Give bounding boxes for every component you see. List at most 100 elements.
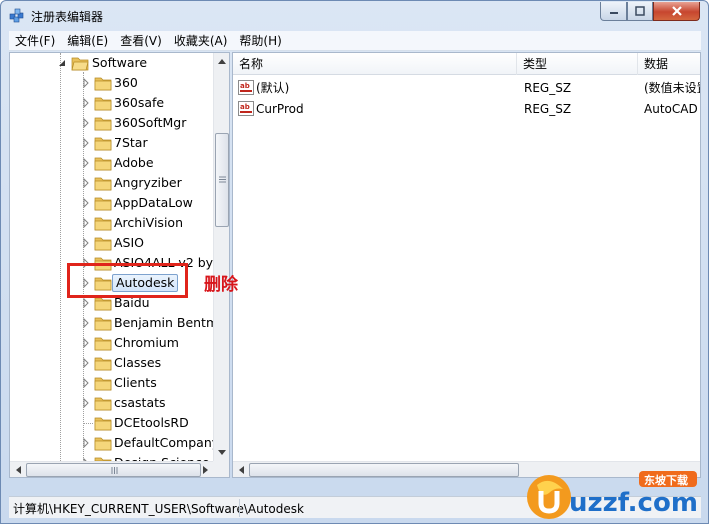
collapsed-arrow-icon[interactable] [81,218,91,228]
list-hscroll-thumb[interactable] [249,463,519,477]
status-separator [239,499,240,517]
tree-item-label: 360 [114,75,138,90]
value-data: (数值未设置) [644,81,700,95]
collapsed-arrow-icon[interactable] [81,98,91,108]
arrow-left-icon [15,466,21,474]
scroll-left-button[interactable] [233,462,249,477]
string-value-icon: ab [238,101,254,116]
annotation-delete-label: 删除 [204,275,238,295]
tree-item-label: ArchiVision [114,215,183,230]
column-header-data[interactable]: 数据 [638,53,700,75]
tree-item[interactable]: csastats [10,393,213,413]
annotation-highlight-box [67,263,188,298]
tree-item[interactable]: 360 [10,73,213,93]
folder-icon [94,77,112,91]
grip-icon [219,176,226,183]
tree-item[interactable]: DCEtoolsRD [10,413,213,433]
tree-item-label: csastats [114,395,166,410]
maximize-button[interactable] [627,2,653,21]
collapsed-arrow-icon[interactable] [81,298,91,308]
tree-item-label: 7Star [114,135,148,150]
tree-item[interactable]: ArchiVision [10,213,213,233]
column-header-type[interactable]: 类型 [517,53,638,75]
collapsed-arrow-icon[interactable] [81,358,91,368]
close-button[interactable] [653,2,700,21]
tree-item[interactable]: DefaultCompany [10,433,213,453]
tree-item[interactable]: Adobe [10,153,213,173]
tree-item-label: Clients [114,375,157,390]
list-item[interactable]: ab CurProd REG_SZ AutoCAD [233,99,700,119]
arrow-down-icon [218,449,226,455]
menu-favorites[interactable]: 收藏夹(A) [168,31,234,51]
tree-item-label: DefaultCompany [114,435,213,450]
folder-open-icon [71,57,89,71]
collapsed-arrow-icon[interactable] [81,438,91,448]
column-header-name[interactable]: 名称 [233,53,517,75]
folder-icon [94,177,112,191]
tree-item[interactable]: Classes [10,353,213,373]
collapsed-arrow-icon[interactable] [81,178,91,188]
value-data: AutoCAD [644,102,698,116]
collapsed-arrow-icon[interactable] [81,138,91,148]
collapsed-arrow-icon[interactable] [81,118,91,128]
tree-horizontal-scrollbar[interactable] [10,461,213,477]
folder-icon [94,337,112,351]
tree-item-label: Angryziber [114,175,182,190]
tree-item-label: ASIO [114,235,145,250]
folder-icon [94,237,112,251]
folder-icon [94,97,112,111]
folder-icon [94,197,112,211]
close-icon [671,6,682,16]
folder-icon [94,377,112,391]
tree-item[interactable]: Benjamin Bentmann [10,313,213,333]
tree-item[interactable]: AppDataLow [10,193,213,213]
collapsed-arrow-icon[interactable] [81,338,91,348]
svg-text:ab: ab [240,82,250,90]
folder-icon [94,317,112,331]
arrow-right-icon [202,466,208,474]
tree-item[interactable]: 360SoftMgr [10,113,213,133]
title-bar[interactable]: 注册表编辑器 [1,1,708,31]
collapsed-arrow-icon[interactable] [81,198,91,208]
folder-icon [94,357,112,371]
menu-file[interactable]: 文件(F) [9,31,61,51]
collapsed-arrow-icon[interactable] [81,398,91,408]
tree-item-software[interactable]: Software [10,53,213,73]
menu-view[interactable]: 查看(V) [114,31,168,51]
folder-icon [94,217,112,231]
menu-edit[interactable]: 编辑(E) [61,31,114,51]
tree-item[interactable]: Design Science [10,453,213,461]
tree-item[interactable]: Angryziber [10,173,213,193]
menu-help[interactable]: 帮助(H) [233,31,287,51]
values-list-pane: 名称 类型 数据 ab (默认) REG_SZ (数值未设置) ab CurPr… [232,52,701,478]
scroll-left-button[interactable] [10,462,26,477]
scroll-right-button[interactable] [197,462,213,477]
collapsed-arrow-icon[interactable] [81,158,91,168]
list-item[interactable]: ab (默认) REG_SZ (数值未设置) [233,78,700,98]
tree-item[interactable]: Chromium [10,333,213,353]
collapsed-arrow-icon[interactable] [81,78,91,88]
tree-item[interactable]: Clients [10,373,213,393]
tree-item[interactable]: 7Star [10,133,213,153]
minimize-button[interactable] [600,2,627,21]
tree-guide-line [84,423,93,424]
maximize-icon [635,6,645,16]
collapsed-arrow-icon[interactable] [81,378,91,388]
scroll-down-button[interactable] [214,444,229,460]
registry-editor-window: 注册表编辑器 文件(F) 编辑(E) 查看(V) 收藏夹(A) 帮助(H) So… [0,0,709,524]
value-name: CurProd [256,102,304,116]
tree-hscroll-thumb[interactable] [26,463,201,477]
tree-vertical-scrollbar[interactable] [213,53,229,461]
expanded-arrow-icon[interactable] [57,58,67,68]
window-title: 注册表编辑器 [31,10,104,24]
tree-scroll-thumb[interactable] [215,133,229,227]
grip-icon [111,467,118,474]
tree-item[interactable]: 360safe [10,93,213,113]
tree-item-label: Software [92,55,148,70]
arrow-left-icon [238,466,244,474]
folder-icon [94,397,112,411]
collapsed-arrow-icon[interactable] [81,238,91,248]
tree-item[interactable]: ASIO [10,233,213,253]
scroll-up-button[interactable] [214,53,229,69]
collapsed-arrow-icon[interactable] [81,318,91,328]
